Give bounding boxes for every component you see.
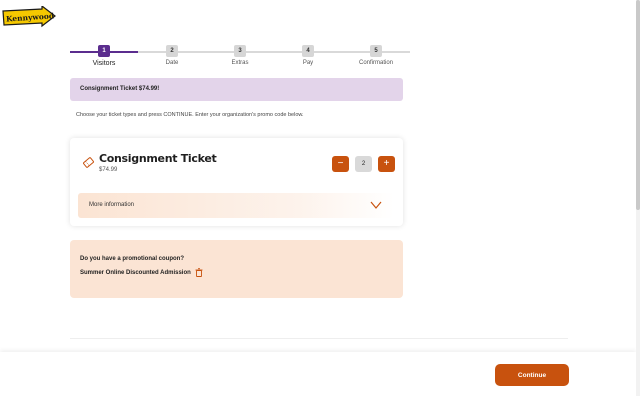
step-label: Extras [231, 60, 249, 66]
instructions-text: Choose your ticket types and press CONTI… [76, 112, 304, 118]
step-number: 1 [98, 45, 110, 57]
step-extras[interactable]: 3 Extras [210, 44, 270, 66]
step-label: Confirmation [358, 60, 393, 66]
ticket-card: Consignment Ticket $74.99 − 2 + More inf… [70, 138, 403, 226]
step-visitors[interactable]: 1 Visitors [74, 44, 134, 67]
kennywood-logo[interactable]: Kennywood [2, 6, 56, 28]
scrollbar-thumb[interactable] [636, 0, 640, 210]
ticket-banner: Consignment Ticket $74.99! [70, 78, 403, 101]
more-information-label: More information [89, 202, 135, 208]
step-number: 5 [370, 45, 382, 57]
increase-quantity-button[interactable]: + [378, 156, 395, 172]
trash-icon[interactable] [195, 268, 203, 277]
promo-question: Do you have a promotional coupon? [80, 256, 185, 262]
applied-promo-code: Summer Online Discounted Admission [80, 270, 191, 276]
quantity-value[interactable]: 2 [355, 156, 372, 172]
ticket-icon [83, 157, 94, 168]
decrease-quantity-button[interactable]: − [332, 156, 349, 172]
continue-button[interactable]: Continue [495, 364, 569, 386]
ticket-price: $74.99 [99, 167, 118, 173]
more-information-toggle[interactable]: More information [78, 193, 394, 218]
ticket-name: Consignment Ticket [99, 152, 217, 165]
progress-stepper: 1 Visitors 2 Date 3 Extras 4 Pay 5 Confi… [70, 44, 410, 72]
step-number: 3 [234, 45, 246, 57]
step-label: Visitors [92, 60, 116, 67]
step-label: Pay [302, 60, 314, 66]
promo-section: Do you have a promotional coupon? Summer… [70, 240, 403, 298]
step-date[interactable]: 2 Date [142, 44, 202, 66]
step-pay[interactable]: 4 Pay [278, 44, 338, 66]
step-confirmation[interactable]: 5 Confirmation [346, 44, 406, 66]
chevron-down-icon [370, 201, 382, 209]
step-number: 4 [302, 45, 314, 57]
divider [70, 338, 568, 339]
footer-bar: Continue [0, 352, 636, 396]
scrollbar[interactable] [636, 0, 640, 396]
step-label: Date [165, 60, 179, 66]
step-number: 2 [166, 45, 178, 57]
